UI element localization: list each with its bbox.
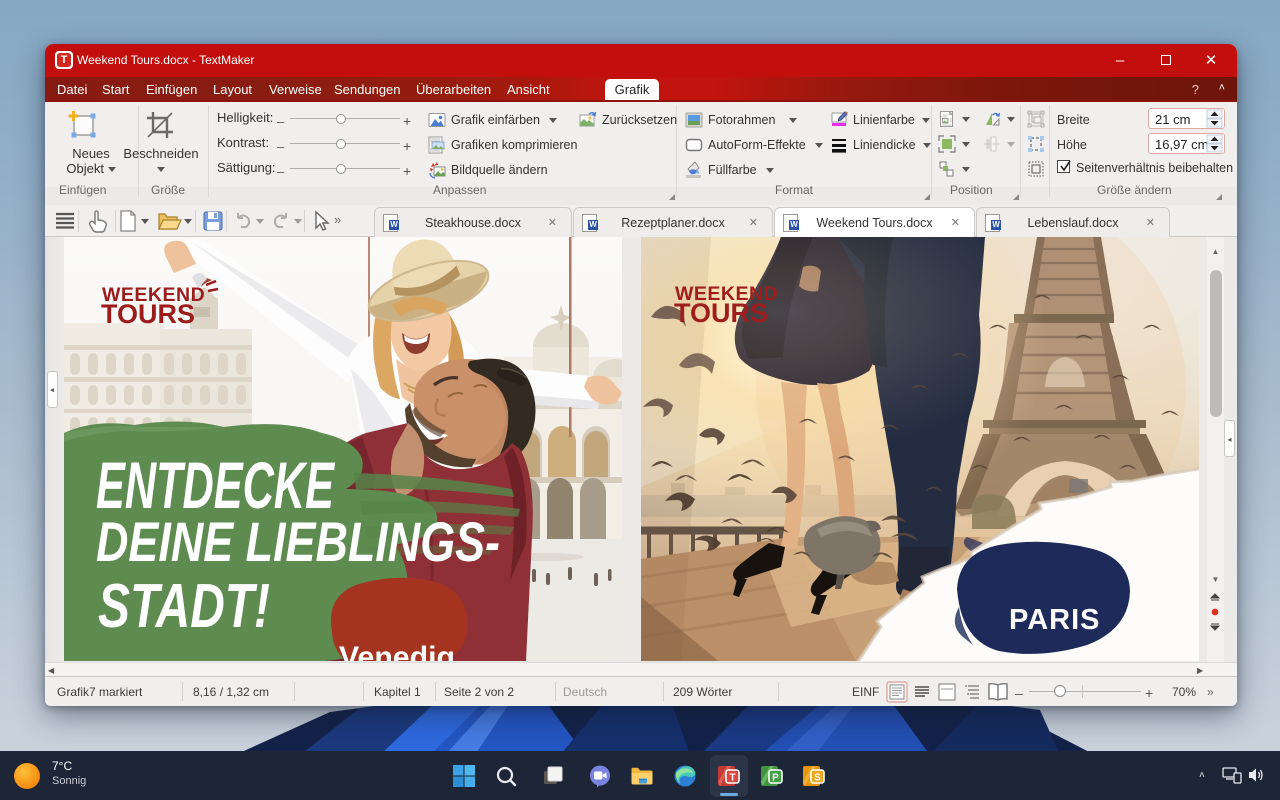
svg-text:Venedig: Venedig — [339, 641, 455, 661]
svg-text:STADT!: STADT! — [98, 572, 270, 641]
svg-text:T: T — [729, 772, 735, 783]
svg-text:PARIS: PARIS — [1009, 604, 1100, 636]
svg-text:P: P — [772, 772, 779, 783]
svg-text:S: S — [814, 772, 821, 783]
svg-text:TOURS: TOURS — [101, 299, 195, 329]
svg-text:TOURS: TOURS — [674, 298, 768, 328]
svg-text:DEINE LIEBLINGS-: DEINE LIEBLINGS- — [96, 510, 500, 573]
